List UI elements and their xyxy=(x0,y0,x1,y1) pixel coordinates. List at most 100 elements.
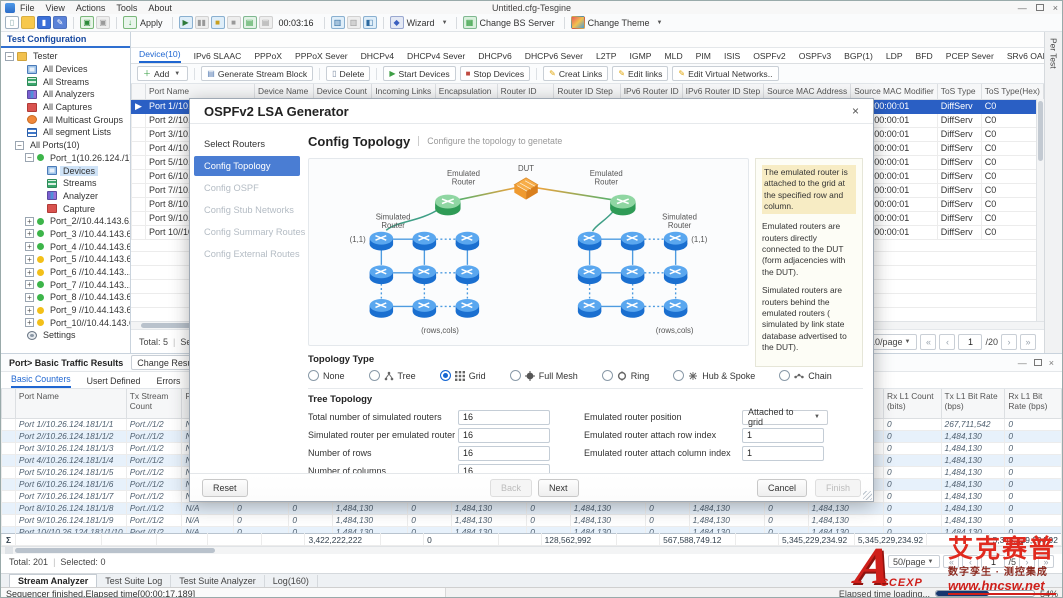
resize-grip[interactable] xyxy=(863,491,872,500)
radio-none[interactable]: None xyxy=(308,370,345,381)
table-row[interactable]: Port 9//10.26.124.181/1/9Port.//1/2N/A00… xyxy=(2,514,1062,526)
edit-links-button[interactable]: ✎Edit links xyxy=(612,66,668,81)
results-maximize-icon[interactable] xyxy=(1034,359,1042,366)
protocol-tab-5[interactable]: DHCPv4 Sever xyxy=(407,51,465,63)
radio-grid[interactable]: Grid xyxy=(440,370,486,381)
cancel-button[interactable]: Cancel xyxy=(757,479,807,497)
protocol-tab-12[interactable]: ISIS xyxy=(724,51,740,63)
protocol-tab-17[interactable]: BFD xyxy=(916,51,933,63)
pause-traffic-icon[interactable]: ▮▮ xyxy=(195,16,209,29)
protocol-tab-7[interactable]: DHCPv6 Sever xyxy=(525,51,583,63)
protocol-tab-19[interactable]: SRv6 OAM xyxy=(1007,51,1044,63)
protocol-tab-0[interactable]: Device(10) xyxy=(139,49,181,63)
collapse-icon[interactable]: − xyxy=(25,153,34,162)
clear-traffic-icon[interactable]: ■ xyxy=(227,16,241,29)
tree-item-analyzer[interactable]: Analyzer xyxy=(1,190,130,203)
protocol-tab-18[interactable]: PCEP Sever xyxy=(946,51,994,63)
start-devices-button[interactable]: ▶Start Devices xyxy=(383,66,455,81)
collapse-icon[interactable]: − xyxy=(15,141,24,150)
minimize-icon[interactable]: — xyxy=(1018,3,1027,13)
table-row[interactable]: Port 8//10.26.124.181/1/8Port.//1/2N/A00… xyxy=(2,502,1062,514)
attach-row-index-input[interactable] xyxy=(742,428,824,443)
column-header[interactable]: Tx L1 Bit Rate (bps) xyxy=(941,389,1005,418)
table-row[interactable]: Port 10//10.26.124.181/1/10Port.//1/2N/A… xyxy=(2,526,1062,533)
change-theme-button[interactable]: Change Theme xyxy=(588,18,650,28)
column-header[interactable]: Encapsulation xyxy=(435,84,497,99)
tree-item-port-3-10-44-143-6-[interactable]: +Port_3 //10.44.143.6... xyxy=(1,228,130,241)
apply-icon[interactable]: ↓ xyxy=(123,16,137,29)
results-first-page-button[interactable]: « xyxy=(943,555,959,568)
protocol-tab-2[interactable]: PPPoX xyxy=(254,51,282,63)
results-minimize-icon[interactable]: — xyxy=(1018,358,1027,368)
column-header[interactable]: Source MAC Address xyxy=(764,84,851,99)
generate-stream-block-button[interactable]: ▤Generate Stream Block xyxy=(201,66,313,81)
protocol-tab-14[interactable]: OSPFv3 xyxy=(799,51,831,63)
step-config-topology[interactable]: Config Topology xyxy=(194,156,300,176)
results-per-page-select[interactable]: 50/page▼ xyxy=(888,555,941,568)
tree-item-streams[interactable]: Streams xyxy=(1,177,130,190)
tree-item-all-captures[interactable]: All Captures xyxy=(1,101,130,114)
reset-button[interactable]: Reset xyxy=(202,479,248,497)
prev-page-button[interactable]: ‹ xyxy=(939,334,955,350)
expand-icon[interactable]: + xyxy=(25,318,34,327)
menu-item-2[interactable]: Actions xyxy=(76,3,106,13)
results-tab-0[interactable]: Basic Counters xyxy=(11,374,71,388)
start-capture-icon[interactable]: ▤ xyxy=(243,16,257,29)
bottom-tab-0[interactable]: Stream Analyzer xyxy=(9,574,97,587)
results-close-icon[interactable]: × xyxy=(1049,358,1054,368)
column-header[interactable]: Rx L1 Bit Rate (bps) xyxy=(1005,389,1062,418)
radio-tree[interactable]: Tree xyxy=(369,370,416,381)
apply-button[interactable]: Apply xyxy=(140,18,163,28)
protocol-tab-10[interactable]: MLD xyxy=(665,51,683,63)
column-header[interactable]: ToS Type xyxy=(937,84,981,99)
bottom-tab-2[interactable]: Test Suite Analyzer xyxy=(171,575,265,587)
expand-icon[interactable]: + xyxy=(25,217,34,226)
last-page-button[interactable]: » xyxy=(1020,334,1036,350)
column-header[interactable]: Tx Stream Count xyxy=(126,389,182,418)
tree-item-all-ports-10-[interactable]: −All Ports(10) xyxy=(1,139,130,152)
column-header[interactable]: Device Count xyxy=(313,84,372,99)
protocol-tab-3[interactable]: PPPoX Sever xyxy=(295,51,348,63)
expand-icon[interactable]: + xyxy=(25,268,34,277)
create-links-button[interactable]: ✎Creat Links xyxy=(543,66,608,81)
close-icon[interactable]: × xyxy=(1053,3,1058,13)
change-bs-server-button[interactable]: Change BS Server xyxy=(480,18,555,28)
results-tab-1[interactable]: Usert Defined xyxy=(87,376,141,388)
per-test-dock-tab[interactable]: Per Test xyxy=(1049,32,1059,75)
next-button[interactable]: Next xyxy=(538,479,579,497)
radio-hub-spoke[interactable]: Hub & Spoke xyxy=(673,370,755,381)
page-input[interactable]: 1 xyxy=(958,334,982,350)
column-header[interactable]: Router ID Step xyxy=(554,84,620,99)
step-select-routers[interactable]: Select Routers xyxy=(194,134,300,154)
tree-item-settings[interactable]: Settings xyxy=(1,329,130,342)
results-tab-2[interactable]: Errors xyxy=(156,376,180,388)
attach-column-index-input[interactable] xyxy=(742,446,824,461)
column-header[interactable]: Incoming Links xyxy=(372,84,435,99)
radio-chain[interactable]: Chain xyxy=(779,370,832,381)
menu-item-0[interactable]: File xyxy=(20,3,35,13)
column-header[interactable] xyxy=(132,84,146,99)
edit-virtual-networks-button[interactable]: ✎Edit Virtual Networks.. xyxy=(672,66,778,81)
emulated-router-position-select[interactable]: Attached to grid▼ xyxy=(742,410,828,425)
stop-capture-icon[interactable]: ▤ xyxy=(259,16,273,29)
stop-devices-button[interactable]: ■Stop Devices xyxy=(460,66,530,81)
dialog-close-icon[interactable]: × xyxy=(852,104,859,118)
column-header[interactable]: IPv6 Router ID Step xyxy=(682,84,763,99)
results-page-input[interactable]: 1 xyxy=(981,555,1005,568)
clear-counters-icon[interactable]: ▥ xyxy=(347,16,361,29)
column-header[interactable] xyxy=(2,389,16,418)
first-page-button[interactable]: « xyxy=(920,334,936,350)
tree-item-all-segment-lists[interactable]: All segment Lists xyxy=(1,126,130,139)
protocol-tab-8[interactable]: L2TP xyxy=(596,51,617,63)
results-last-page-button[interactable]: » xyxy=(1038,555,1054,568)
tree-item-all-analyzers[interactable]: All Analyzers xyxy=(1,88,130,101)
tree-item-port-5-10-44-143-6-[interactable]: +Port_5 //10.44.143.6... xyxy=(1,253,130,266)
column-header[interactable]: Device Name xyxy=(255,84,314,99)
expand-icon[interactable]: + xyxy=(25,293,34,302)
radio-full-mesh[interactable]: Full Mesh xyxy=(510,370,578,381)
bottom-tab-3[interactable]: Log(160) xyxy=(265,575,318,587)
bottom-tab-1[interactable]: Test Suite Log xyxy=(97,575,171,587)
expand-icon[interactable]: + xyxy=(25,280,34,289)
tree-item-tester[interactable]: −Tester xyxy=(1,50,130,63)
protocol-tab-1[interactable]: IPv6 SLAAC xyxy=(194,51,242,63)
